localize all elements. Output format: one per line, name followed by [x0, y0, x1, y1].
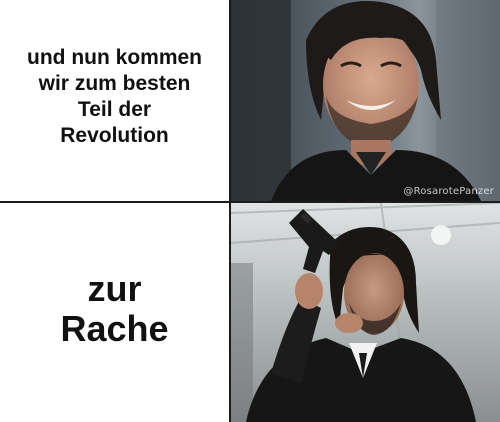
meme-container: und nun kommen wir zum besten Teil der R… — [0, 0, 500, 422]
bottom-photo-panel — [231, 203, 500, 422]
top-text-panel: und nun kommen wir zum besten Teil der R… — [0, 0, 229, 201]
top-photo-panel: @RosarotePanzer — [231, 0, 500, 201]
man-with-gun-photo — [231, 203, 500, 422]
watermark-text: @RosarotePanzer — [403, 186, 494, 197]
bottom-text-panel: zur Rache — [0, 203, 229, 422]
vertical-divider — [229, 0, 231, 422]
bottom-caption: zur Rache — [60, 267, 169, 349]
top-caption: und nun kommen wir zum besten Teil der R… — [27, 45, 202, 147]
smiling-man-photo — [231, 0, 500, 201]
horizontal-divider — [0, 201, 500, 203]
